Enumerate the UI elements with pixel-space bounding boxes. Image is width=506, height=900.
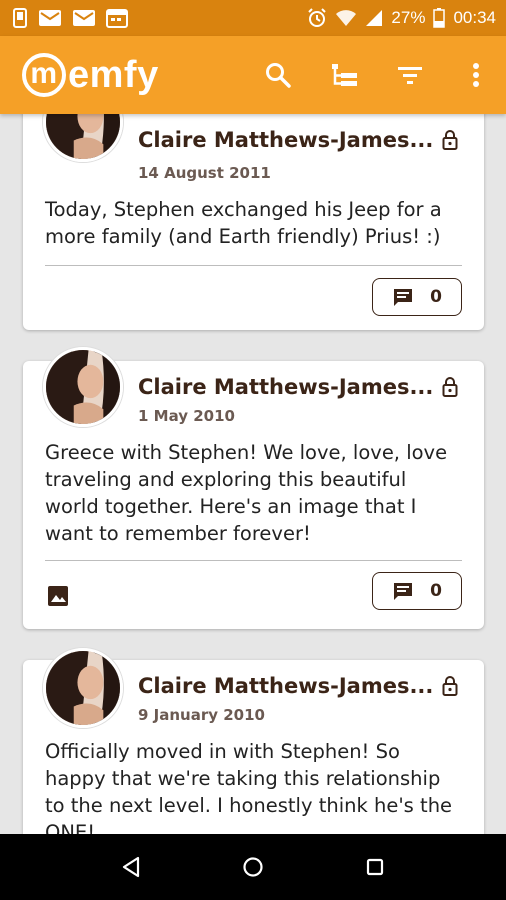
home-icon — [243, 857, 263, 877]
comment-icon — [394, 583, 413, 600]
filter-icon — [398, 67, 422, 84]
notification-icons — [12, 8, 128, 28]
more-options-button[interactable] — [462, 61, 490, 89]
memfy-logo[interactable]: m emfy — [22, 53, 159, 97]
profile-photo — [46, 350, 120, 424]
wifi-icon — [335, 9, 357, 27]
lock-icon — [442, 377, 458, 401]
post-feed[interactable]: Claire Matthews-James... 14 August 2011 … — [0, 114, 506, 834]
profile-photo — [46, 651, 120, 725]
timeline-button[interactable] — [330, 61, 358, 89]
logo-letter: m — [30, 56, 58, 90]
system-nav-bar — [0, 834, 506, 900]
comment-count: 0 — [430, 581, 442, 601]
avatar[interactable] — [43, 648, 123, 728]
back-icon — [122, 856, 139, 878]
search-button[interactable] — [264, 61, 292, 89]
lock-icon — [442, 130, 458, 154]
post-card[interactable]: Claire Matthews-James... 9 January 2010 … — [23, 648, 484, 834]
recents-icon — [367, 858, 384, 876]
home-button[interactable] — [242, 856, 264, 878]
post-date: 14 August 2011 — [138, 164, 271, 182]
logo-badge: m — [22, 53, 66, 97]
post-author[interactable]: Claire Matthews-James... — [138, 128, 433, 152]
alarm-icon — [307, 8, 327, 28]
filter-button[interactable] — [396, 61, 424, 89]
logo-text: emfy — [68, 53, 159, 96]
post-date: 9 January 2010 — [138, 706, 265, 724]
search-icon — [266, 63, 291, 88]
post-date: 1 May 2010 — [138, 407, 235, 425]
lock-icon — [442, 676, 458, 700]
system-status: 27% 00:34 — [307, 8, 496, 28]
comments-button[interactable]: 0 — [372, 572, 462, 610]
phone-icon — [12, 8, 28, 28]
signal-icon — [365, 9, 383, 27]
post-text: Today, Stephen exchanged his Jeep for a … — [45, 198, 442, 248]
battery-icon — [433, 8, 446, 28]
battery-percent: 27% — [391, 8, 426, 27]
recents-button[interactable] — [365, 857, 385, 877]
comment-count: 0 — [430, 287, 442, 307]
avatar[interactable] — [43, 114, 123, 162]
post-card[interactable]: Claire Matthews-James... 1 May 2010 Gree… — [23, 347, 484, 629]
image-icon[interactable] — [47, 585, 69, 611]
timeline-icon — [332, 64, 357, 86]
profile-photo — [46, 114, 120, 159]
mail-icon — [38, 9, 62, 27]
comments-button[interactable]: 0 — [372, 278, 462, 316]
comment-icon — [394, 289, 413, 306]
calendar-icon — [106, 8, 128, 28]
post-text: Greece with Stephen! We love, love, love… — [45, 441, 448, 545]
app-actions — [264, 61, 490, 89]
post-card[interactable]: Claire Matthews-James... 14 August 2011 … — [23, 114, 484, 330]
divider — [45, 265, 462, 266]
post-text: Officially moved in with Stephen! So hap… — [45, 740, 453, 834]
mail-icon — [72, 9, 96, 27]
avatar[interactable] — [43, 347, 123, 427]
clock: 00:34 — [453, 8, 496, 27]
app-bar: m emfy — [0, 36, 506, 114]
post-author[interactable]: Claire Matthews-James... — [138, 674, 433, 698]
status-bar: 27% 00:34 — [0, 0, 506, 36]
back-button[interactable] — [121, 856, 141, 878]
divider — [45, 560, 462, 561]
post-author[interactable]: Claire Matthews-James... — [138, 375, 433, 399]
more-vert-icon — [473, 63, 479, 87]
